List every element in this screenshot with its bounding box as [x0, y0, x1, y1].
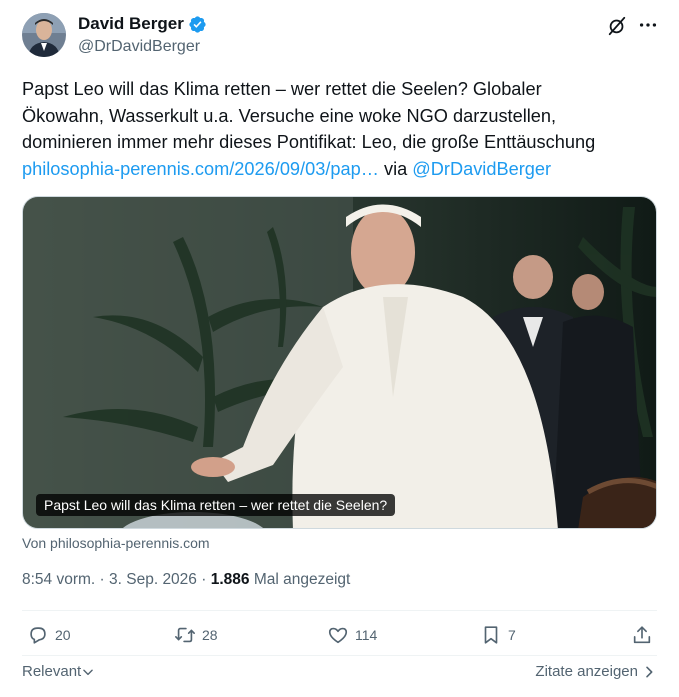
divider	[22, 655, 657, 656]
like-button[interactable]: 114	[327, 624, 377, 646]
tweet-text: Papst Leo will das Klima retten – wer re…	[22, 76, 662, 182]
tweet-text-line: Papst Leo will das Klima retten – wer re…	[22, 79, 542, 99]
tweet-date[interactable]: 3. Sep. 2026	[109, 571, 197, 588]
chevron-down-icon	[83, 669, 93, 675]
chevron-right-icon	[646, 666, 653, 677]
sort-relevant-button[interactable]: Relevant	[22, 663, 95, 680]
reply-button[interactable]: 20	[27, 624, 71, 646]
replies-footer: Relevant Zitate anzeigen	[22, 663, 657, 685]
tweet-text-line: dominieren immer mehr dieses Pontifikat:…	[22, 132, 596, 152]
meta-separator: ·	[201, 571, 211, 588]
reply-count: 20	[55, 627, 71, 643]
actions-bar: 20 28 114 7	[22, 624, 657, 652]
media-caption: Papst Leo will das Klima retten – wer re…	[36, 494, 396, 516]
like-icon	[328, 627, 348, 644]
divider	[22, 610, 657, 611]
tweet-text-line: Ökowahn, Wasserkult u.a. Versuche eine w…	[22, 105, 557, 126]
repost-icon	[175, 627, 195, 643]
media-card[interactable]: Papst Leo will das Klima retten – wer re…	[22, 196, 657, 529]
like-count: 114	[355, 627, 378, 643]
article-link[interactable]: philosophia-perennis.com/2026/09/03/pap…	[22, 159, 379, 179]
show-quotes-label: Zitate anzeigen	[535, 663, 638, 680]
show-quotes-link[interactable]: Zitate anzeigen	[535, 663, 657, 680]
grok-icon[interactable]	[606, 15, 628, 37]
via-word: via	[383, 158, 408, 179]
share-icon	[633, 626, 651, 644]
author-handle[interactable]: @DrDavidBerger	[78, 38, 200, 56]
tweet-meta: 8:54 vorm. · 3. Sep. 2026 · 1.886 Mal an…	[22, 571, 350, 589]
views-count: 1.886	[210, 571, 250, 588]
tweet-link-line: philosophia-perennis.com/2026/09/03/pap……	[22, 156, 662, 183]
via-handle-link[interactable]: @DrDavidBerger	[412, 159, 551, 179]
bookmark-icon	[484, 626, 498, 644]
meta-separator: ·	[99, 571, 110, 588]
sort-relevant-label: Relevant	[22, 663, 82, 680]
bookmark-count: 7	[508, 627, 516, 643]
bookmark-button[interactable]: 7	[480, 624, 516, 646]
media-source[interactable]: Von philosophia-perennis.com	[22, 535, 210, 551]
more-icon[interactable]	[637, 14, 659, 36]
author-name-row[interactable]: David Berger	[78, 14, 207, 34]
share-button[interactable]	[631, 624, 653, 646]
reply-icon	[30, 627, 46, 644]
repost-count: 28	[202, 627, 218, 643]
tweet-time[interactable]: 8:54 vorm.	[22, 571, 95, 588]
views-label: Mal angezeigt	[253, 571, 351, 588]
verified-badge-icon	[189, 15, 206, 33]
author-display-name[interactable]: David Berger	[78, 14, 184, 34]
media-image	[23, 197, 656, 528]
repost-button[interactable]: 28	[174, 624, 218, 646]
tweet: David Berger @DrDavidBerger Papst Leo wi…	[0, 0, 679, 697]
avatar[interactable]	[22, 13, 66, 57]
